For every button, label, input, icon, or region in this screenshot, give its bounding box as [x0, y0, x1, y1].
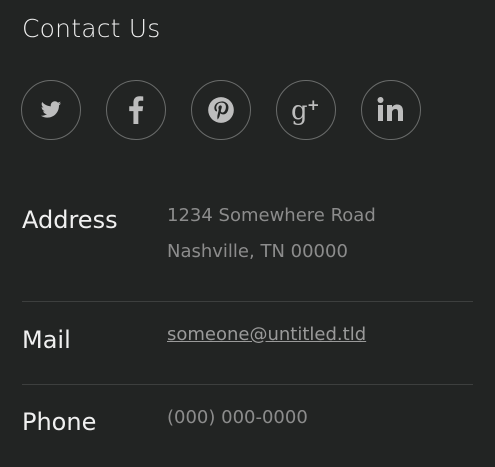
linkedin-button[interactable]	[361, 80, 421, 140]
address-line-1: 1234 Somewhere Road	[167, 205, 376, 226]
twitter-icon	[40, 101, 62, 118]
section-title: Contact Us	[22, 14, 161, 43]
social-links: g +	[21, 80, 421, 140]
mail-value: someone@untitled.tld	[167, 317, 366, 353]
phone-row: Phone (000) 000-0000	[22, 402, 473, 442]
facebook-button[interactable]	[106, 80, 166, 140]
address-label: Address	[22, 206, 118, 234]
svg-text:+: +	[307, 96, 320, 114]
google-plus-icon: g +	[291, 96, 320, 125]
mail-label: Mail	[22, 326, 71, 354]
facebook-icon	[129, 96, 144, 124]
mail-link[interactable]: someone@untitled.tld	[167, 324, 366, 345]
phone-value: (000) 000-0000	[167, 407, 308, 428]
linkedin-icon	[377, 97, 403, 121]
contact-section: Contact Us g + Address 1234 Somewhere Ro…	[0, 0, 495, 467]
divider	[22, 384, 473, 385]
address-row: Address 1234 Somewhere Road Nashville, T…	[22, 200, 473, 280]
google-plus-button[interactable]: g +	[276, 80, 336, 140]
phone-label: Phone	[22, 408, 97, 436]
twitter-button[interactable]	[21, 80, 81, 140]
divider	[22, 301, 473, 302]
pinterest-button[interactable]	[191, 80, 251, 140]
mail-row: Mail someone@untitled.tld	[22, 320, 473, 360]
svg-text:g: g	[291, 96, 308, 125]
address-line-2: Nashville, TN 00000	[167, 241, 348, 262]
pinterest-icon	[208, 97, 234, 123]
address-value: 1234 Somewhere Road Nashville, TN 00000	[167, 198, 376, 270]
